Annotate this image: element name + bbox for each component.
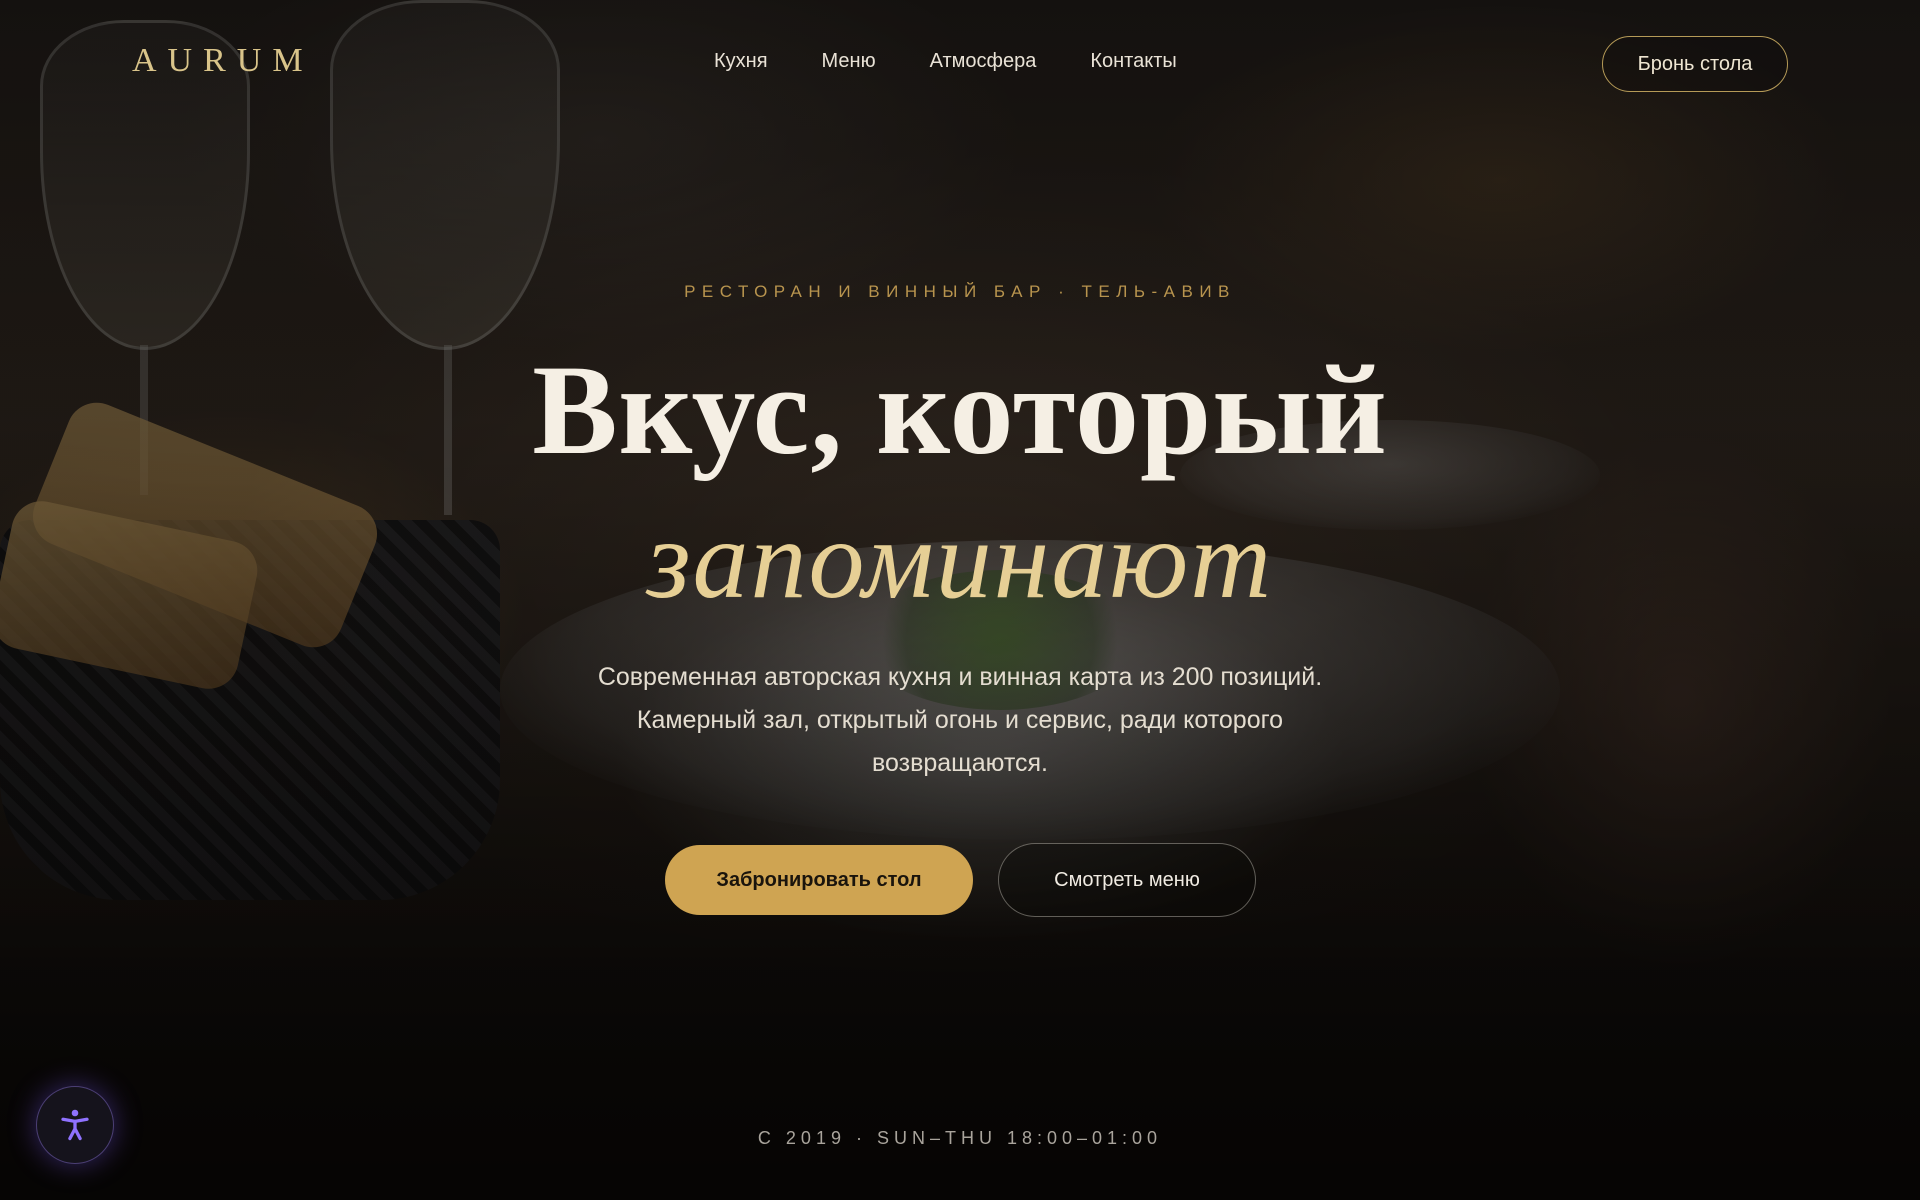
header-reserve-button[interactable]: Бронь стола: [1602, 36, 1788, 92]
hero-title-line2: запоминают: [646, 498, 1274, 622]
accessibility-icon: [61, 1109, 89, 1141]
opening-hours: С 2019 · SUN–THU 18:00–01:00: [757, 1128, 1163, 1148]
nav-item-atmosphere[interactable]: Атмосфера: [930, 50, 1037, 73]
view-menu-button[interactable]: Смотреть меню: [998, 843, 1256, 917]
hero-section: AURUM Кухня Меню Атмосфера Контакты Брон…: [0, 0, 1920, 1200]
accessibility-button[interactable]: [36, 1086, 114, 1164]
hero-title-line1: Вкус, который: [532, 339, 1388, 481]
hero-eyebrow: РЕСТОРАН И ВИННЫЙ БАР · ТЕЛЬ-АВИВ: [684, 282, 1236, 301]
nav-item-kitchen[interactable]: Кухня: [714, 50, 768, 73]
hero-lead-line2: Камерный зал, открытый огонь и сервис, р…: [636, 706, 1284, 734]
hero-lead: Современная авторская кухня и винная кар…: [540, 656, 1380, 785]
nav-item-menu[interactable]: Меню: [822, 50, 876, 73]
main-nav: Кухня Меню Атмосфера Контакты: [714, 50, 1177, 73]
brand-logo[interactable]: AURUM: [132, 42, 314, 80]
hero-lead-line1: Современная авторская кухня и винная кар…: [597, 663, 1323, 691]
book-table-button[interactable]: Забронировать стол: [665, 845, 973, 915]
hero-lead-line3: возвращаются.: [871, 749, 1048, 777]
nav-item-contacts[interactable]: Контакты: [1090, 50, 1176, 73]
site-header: AURUM Кухня Меню Атмосфера Контакты Брон…: [0, 0, 1920, 130]
